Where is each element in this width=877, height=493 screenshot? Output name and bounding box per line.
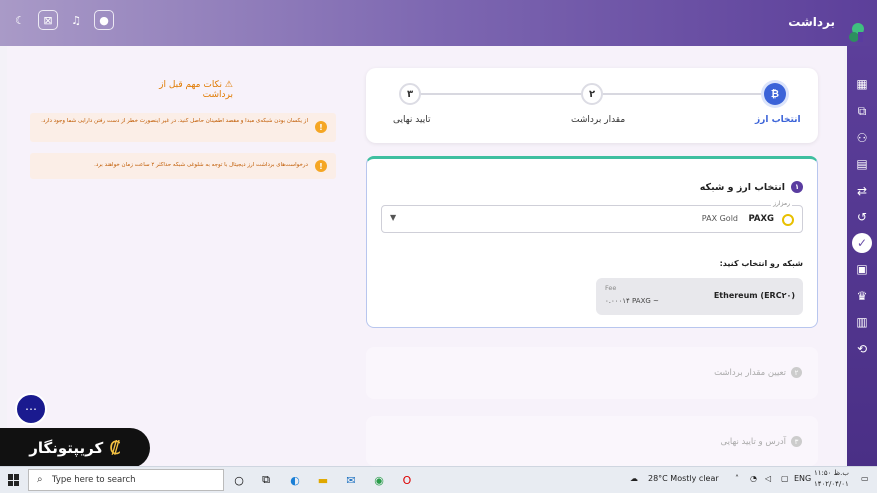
brand-watermark: کریپتونگار ₡ (0, 428, 150, 468)
orders-icon[interactable]: ▤ (852, 154, 872, 174)
app-header: ☾ ⊠ ♫ ● برداشت (0, 0, 877, 46)
document-icon[interactable]: ▥ (852, 312, 872, 332)
sidebar: ▦ ⧉ ⚇ ▤ ⇄ ↺ ✓ ▣ ♛ ▥ ⟲ (847, 46, 877, 466)
settings-icon[interactable]: ⟲ (852, 339, 872, 359)
wifi-icon[interactable]: ◔ (750, 474, 757, 483)
header-actions: ☾ ⊠ ♫ ● (10, 10, 114, 30)
dashboard-icon[interactable]: ▦ (852, 74, 872, 94)
chart-icon[interactable]: ⧉ (852, 101, 872, 121)
address-section-label: آدرس و تایید نهایی (720, 436, 786, 447)
network-prompt: شبکه رو انتخاب کنید: (719, 259, 803, 268)
network-name: Ethereum (ERC۲۰) (713, 291, 795, 300)
language-indicator[interactable]: ENG (794, 474, 811, 483)
amount-section: ۲ تعیین مقدار برداشت (366, 347, 818, 399)
address-section: ۳ آدرس و تایید نهایی (366, 416, 818, 466)
section-number: ۱ (791, 181, 803, 193)
step-3-indicator: ۳ (399, 83, 421, 105)
currency-network-card: ۱ انتخاب ارز و شبکه رمزارز PAXG PAX Gold… (366, 156, 818, 328)
windows-start-button[interactable] (8, 474, 20, 486)
fee-value: ۰.۰۰۰۱۴ PAXG ~ (605, 297, 659, 305)
notification-center-icon[interactable]: ▭ (861, 474, 869, 483)
currency-select[interactable]: رمزارز PAXG PAX Gold ▼ (381, 200, 803, 233)
currency-symbol: PAXG (748, 214, 774, 224)
crown-icon[interactable]: ♛ (852, 286, 872, 306)
chat-icon: ⋯ (25, 402, 37, 416)
exchange-icon[interactable]: ⇄ (852, 181, 872, 201)
step-1-label: انتخاب ارز (755, 115, 801, 125)
withdraw-stepper: ₿ ۲ ۳ انتخاب ارز مقدار برداشت تایید نهای… (366, 68, 818, 143)
notes-title: ⚠ نکات مهم قبل از برداشت (159, 80, 233, 100)
moon-icon[interactable]: ☾ (10, 10, 30, 30)
profile-card-icon[interactable]: ⊠ (38, 10, 58, 30)
currency-name: PAX Gold (701, 214, 738, 223)
fee-label: Fee (605, 284, 617, 292)
withdraw-icon[interactable]: ✓ (852, 233, 872, 253)
opera-icon[interactable]: O (398, 471, 416, 489)
address-section-number: ۳ (791, 436, 802, 447)
user-icon[interactable]: ● (94, 10, 114, 30)
mail-icon[interactable]: ✉ (342, 471, 360, 489)
file-explorer-icon[interactable]: ▬ (314, 471, 332, 489)
wallet-icon[interactable]: ▣ (852, 259, 872, 279)
search-icon: ⌕ (37, 474, 43, 485)
section-title: ۱ انتخاب ارز و شبکه (700, 181, 803, 193)
step-2-label: مقدار برداشت (571, 115, 626, 125)
brand-logo-icon: ₡ (109, 437, 121, 459)
network-icon[interactable]: ▢ (781, 474, 789, 483)
step-3-label: تایید نهایی (393, 115, 431, 125)
section-title-text: انتخاب ارز و شبکه (699, 181, 785, 193)
deposit-icon[interactable]: ↺ (852, 207, 872, 227)
note-item: ! از یکسان بودن شبکه‌ی مبدا و مقصد اطمین… (30, 113, 336, 142)
users-icon[interactable]: ⚇ (852, 128, 872, 148)
brand-name: کریپتونگار (29, 439, 104, 457)
support-chat-button[interactable]: ⋯ (15, 393, 47, 425)
currency-field-label: رمزارز (771, 200, 792, 207)
chevron-down-icon[interactable]: ▼ (390, 213, 396, 222)
windows-taskbar: ⌕ Type here to search ○ ⧉ ◐ ▬ ✉ ◉ O ☁ 28… (0, 466, 877, 493)
taskbar-search[interactable]: ⌕ Type here to search (28, 469, 224, 491)
cortana-icon[interactable]: ○ (230, 471, 248, 489)
tray-chevron-icon[interactable]: ˄ (735, 474, 739, 483)
note-item: ! درخواست‌های برداشت ارز دیجیتال با توجه… (30, 153, 336, 179)
alert-icon: ! (315, 121, 327, 133)
step-1-indicator: ₿ (764, 83, 786, 105)
alert-icon: ! (315, 160, 327, 172)
notification-icon[interactable]: ♫ (66, 10, 86, 30)
amount-section-number: ۲ (791, 367, 802, 378)
chrome-icon[interactable]: ◉ (370, 471, 388, 489)
network-option[interactable]: Fee ۰.۰۰۰۱۴ PAXG ~ Ethereum (ERC۲۰) (596, 278, 803, 315)
volume-icon[interactable]: ◁ (765, 474, 771, 483)
task-view-icon[interactable]: ⧉ (257, 471, 275, 489)
weather-text[interactable]: 28°C Mostly clear (648, 474, 719, 483)
note-text: از یکسان بودن شبکه‌ی مبدا و مقصد اطمینان… (41, 118, 308, 124)
page-title: برداشت (788, 15, 835, 29)
clock-time[interactable]: ب.ظ ۱۱:۵۰ (814, 469, 849, 477)
warning-icon: ⚠ (224, 80, 233, 90)
step-2-indicator: ۲ (581, 83, 603, 105)
weather-icon[interactable]: ☁ (630, 474, 638, 483)
edge-icon[interactable]: ◐ (286, 471, 304, 489)
note-text: درخواست‌های برداشت ارز دیجیتال با توجه ب… (94, 162, 308, 168)
clock-date[interactable]: ۱۴۰۲/۰۴/۰۱ (814, 480, 849, 488)
amount-section-label: تعیین مقدار برداشت (714, 367, 786, 378)
search-placeholder: Type here to search (52, 475, 136, 485)
paxg-coin-icon (782, 214, 794, 226)
logo (849, 23, 864, 42)
